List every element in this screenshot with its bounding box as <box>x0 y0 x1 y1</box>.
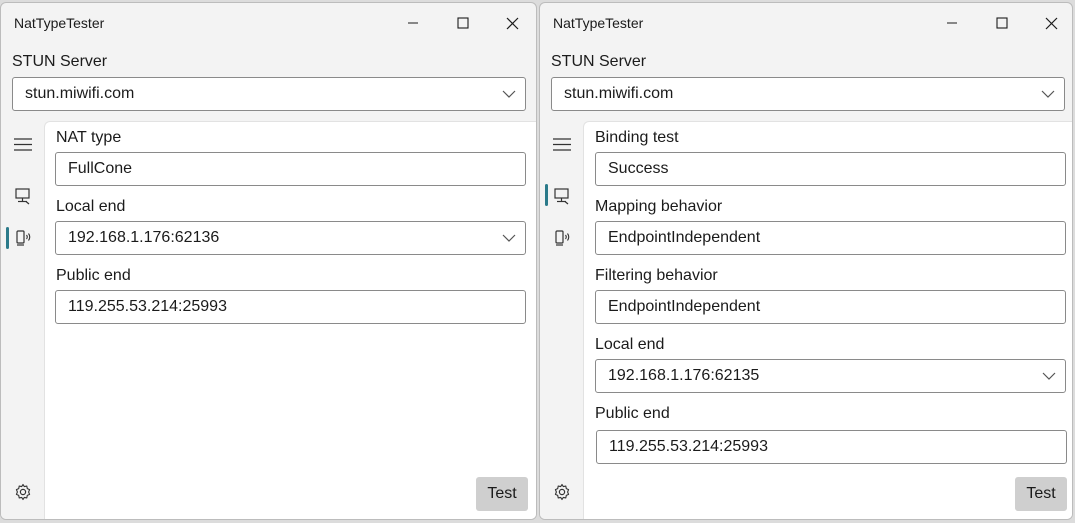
public-end-field[interactable]: 119.255.53.214:25993 <box>596 430 1067 464</box>
stun-server-value: stun.miwifi.com <box>564 85 674 102</box>
desktop-monitor-icon <box>554 188 569 205</box>
stun-server-value: stun.miwifi.com <box>25 85 135 102</box>
close-icon <box>1045 17 1057 29</box>
maximize-icon <box>457 17 469 29</box>
stun-server-combobox[interactable]: stun.miwifi.com <box>551 77 1065 111</box>
stun-server-combobox[interactable]: stun.miwifi.com <box>12 77 526 111</box>
local-end-combobox[interactable]: 192.168.1.176:62136 <box>55 221 526 255</box>
nat-type-field[interactable]: FullCone <box>55 152 526 186</box>
gear-icon <box>15 483 31 501</box>
close-icon <box>506 17 518 29</box>
minimize-button[interactable] <box>929 7 975 39</box>
navigation-pane <box>1 121 44 519</box>
chevron-down-icon[interactable] <box>1041 90 1055 98</box>
public-end-label: Public end <box>595 405 670 422</box>
binding-test-label: Binding test <box>595 129 679 146</box>
menu-toggle-button[interactable] <box>544 129 580 159</box>
navigation-pane <box>540 121 583 519</box>
close-button[interactable] <box>489 7 535 39</box>
chevron-down-icon[interactable] <box>502 90 516 98</box>
desktop-monitor-icon <box>15 188 30 205</box>
hamburger-menu-icon <box>553 137 571 151</box>
mapping-behavior-value: EndpointIndependent <box>608 229 761 246</box>
chevron-down-icon[interactable] <box>1042 372 1056 380</box>
nav-item-rfc5780[interactable] <box>5 223 41 253</box>
nat-type-value: FullCone <box>68 160 133 177</box>
content-area: Binding test Success Mapping behavior En… <box>583 121 1072 519</box>
filtering-behavior-label: Filtering behavior <box>595 267 718 284</box>
maximize-icon <box>996 17 1008 29</box>
filtering-behavior-value: EndpointIndependent <box>608 298 761 315</box>
stun-server-label: STUN Server <box>12 53 108 70</box>
maximize-button[interactable] <box>979 7 1025 39</box>
settings-button[interactable] <box>544 477 580 507</box>
local-end-value: 192.168.1.176:62136 <box>68 229 220 246</box>
window-rfc5780: NatTypeTester STUN Server stun.miwifi.co… <box>539 2 1073 520</box>
chevron-down-icon[interactable] <box>502 234 516 242</box>
nav-item-rfc5780[interactable] <box>544 223 580 253</box>
phone-signal-icon <box>16 230 31 246</box>
mapping-behavior-label: Mapping behavior <box>595 198 723 215</box>
close-button[interactable] <box>1028 7 1072 39</box>
local-end-combobox[interactable]: 192.168.1.176:62135 <box>595 359 1066 393</box>
window-title: NatTypeTester <box>553 15 644 31</box>
test-button[interactable]: Test <box>1015 477 1067 511</box>
public-end-value: 119.255.53.214:25993 <box>609 438 768 455</box>
test-button[interactable]: Test <box>476 477 528 511</box>
menu-toggle-button[interactable] <box>5 129 41 159</box>
settings-button[interactable] <box>5 477 41 507</box>
nat-type-label: NAT type <box>56 129 122 146</box>
local-end-label: Local end <box>595 336 665 353</box>
public-end-field[interactable]: 119.255.53.214:25993 <box>55 290 526 324</box>
window-rfc3489: NatTypeTester STUN Server stun.miwifi.co… <box>0 2 537 520</box>
public-end-label: Public end <box>56 267 131 284</box>
nav-item-rfc3489[interactable] <box>544 181 580 211</box>
stun-server-label: STUN Server <box>551 53 647 70</box>
phone-signal-icon <box>555 230 570 246</box>
nav-item-rfc3489[interactable] <box>5 181 41 211</box>
public-end-value: 119.255.53.214:25993 <box>68 298 227 315</box>
local-end-value: 192.168.1.176:62135 <box>608 367 760 384</box>
binding-test-field[interactable]: Success <box>595 152 1066 186</box>
maximize-button[interactable] <box>440 7 486 39</box>
window-title: NatTypeTester <box>14 15 105 31</box>
gear-icon <box>554 483 570 501</box>
filtering-behavior-field[interactable]: EndpointIndependent <box>595 290 1066 324</box>
minimize-icon <box>947 22 957 24</box>
mapping-behavior-field[interactable]: EndpointIndependent <box>595 221 1066 255</box>
minimize-icon <box>408 22 418 24</box>
binding-test-value: Success <box>608 160 669 177</box>
hamburger-menu-icon <box>14 137 32 151</box>
content-area: NAT type FullCone Local end 192.168.1.17… <box>44 121 536 519</box>
title-bar[interactable]: NatTypeTester <box>1 3 536 41</box>
local-end-label: Local end <box>56 198 126 215</box>
minimize-button[interactable] <box>390 7 436 39</box>
title-bar[interactable]: NatTypeTester <box>540 3 1072 41</box>
